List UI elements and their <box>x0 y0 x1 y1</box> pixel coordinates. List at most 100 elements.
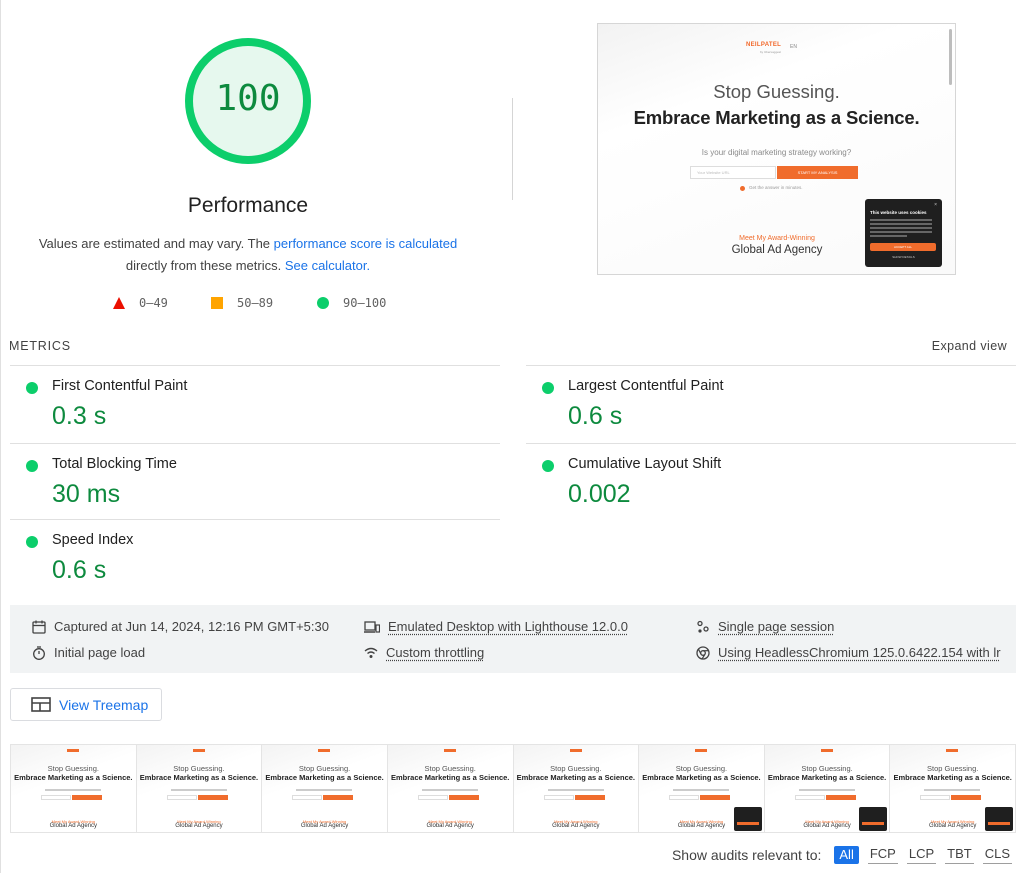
captured-at: Captured at Jun 14, 2024, 12:16 PM GMT+5… <box>32 619 329 634</box>
cookie-settings-link: SHOW DETAILS <box>892 255 915 259</box>
legend-pass: 90–100 <box>317 296 386 310</box>
frame-headline-2: Embrace Marketing as a Science. <box>139 773 259 782</box>
performance-description: Values are estimated and may vary. The p… <box>20 233 476 277</box>
metric-tbt: Total Blocking Time 30 ms <box>10 443 500 520</box>
filter-lcp[interactable]: LCP <box>906 845 937 864</box>
session-type[interactable]: Single page session <box>696 619 834 634</box>
emulated-device-text[interactable]: Emulated Desktop with Lighthouse 12.0.0 <box>388 619 628 634</box>
frame-agency: Global Ad Agency <box>49 823 97 829</box>
frame-headline-1: Stop Guessing. <box>47 764 99 773</box>
screenshot-language: EN <box>790 44 797 50</box>
frame-headline-1: Stop Guessing. <box>173 764 225 773</box>
audit-filter-label: Show audits relevant to: <box>671 846 822 863</box>
filmstrip-frame: Stop Guessing. Embrace Marketing as a Sc… <box>513 745 640 832</box>
metric-label: Largest Contentful Paint <box>568 378 724 394</box>
frame-cookie-banner <box>733 807 762 831</box>
frame-button <box>574 795 605 800</box>
cookie-close-icon: × <box>934 202 937 208</box>
session-text[interactable]: Single page session <box>718 619 834 634</box>
filmstrip-frame: Stop Guessing. Embrace Marketing as a Sc… <box>11 745 137 832</box>
view-treemap-label: View Treemap <box>59 696 149 713</box>
filter-cls[interactable]: CLS <box>982 845 1012 864</box>
session-icon <box>697 620 709 633</box>
frame-agency: Global Ad Agency <box>426 823 474 829</box>
frame-logo <box>569 749 582 752</box>
runtime-settings: Captured at Jun 14, 2024, 12:16 PM GMT+5… <box>10 605 1016 673</box>
frame-input <box>292 795 323 800</box>
frame-headline-1: Stop Guessing. <box>675 764 728 773</box>
filter-fcp[interactable]: FCP <box>867 845 898 864</box>
legend-average: 50–89 <box>211 296 273 310</box>
frame-headline-2: Embrace Marketing as a Science. <box>893 773 1012 782</box>
legend-fail-label: 0–49 <box>139 296 168 310</box>
filmstrip-frame: Stop Guessing. Embrace Marketing as a Sc… <box>639 745 765 832</box>
filmstrip-frame: Stop Guessing. Embrace Marketing as a Sc… <box>764 745 891 832</box>
frame-button <box>700 795 731 800</box>
wifi-icon <box>364 647 378 658</box>
metric-fcp: First Contentful Paint 0.3 s <box>10 365 500 442</box>
frame-headline-2: Embrace Marketing as a Science. <box>516 773 636 782</box>
throttling-text[interactable]: Custom throttling <box>386 645 484 660</box>
frame-input <box>669 795 700 800</box>
see-calculator-link[interactable]: See calculator. <box>285 258 370 273</box>
frame-question-line <box>45 789 101 791</box>
vertical-divider <box>512 98 513 200</box>
frame-headline-2: Embrace Marketing as a Science. <box>14 773 133 782</box>
metric-label: Speed Index <box>52 532 134 548</box>
captured-at-text: Captured at Jun 14, 2024, 12:16 PM GMT+5… <box>54 619 329 634</box>
legend-pass-label: 90–100 <box>343 296 387 310</box>
view-treemap-button[interactable]: View Treemap <box>10 688 162 721</box>
browser-version[interactable]: Using HeadlessChromium 125.0.6422.154 wi… <box>696 645 1001 660</box>
frame-logo <box>67 749 79 752</box>
frame-input <box>543 795 574 800</box>
network-throttling[interactable]: Custom throttling <box>364 645 484 660</box>
screenshot-agency-text: Global Ad Agency <box>731 244 823 256</box>
emulated-device[interactable]: Emulated Desktop with Lighthouse 12.0.0 <box>364 619 628 634</box>
description-text-2: directly from these metrics. <box>125 258 285 273</box>
pass-dot-icon <box>26 382 38 394</box>
frame-headline-1: Stop Guessing. <box>550 764 602 773</box>
frame-logo <box>318 749 331 752</box>
cookie-accept-button: ACCEPT ALL <box>870 243 936 251</box>
frame-button <box>951 795 982 800</box>
performance-score-link[interactable]: performance score is calculated <box>274 236 458 251</box>
screenshot-question: Is your digital marketing strategy worki… <box>701 148 852 157</box>
pass-dot-icon <box>26 536 38 548</box>
pass-dot-icon <box>542 382 554 394</box>
frame-headline-2: Embrace Marketing as a Science. <box>390 773 510 782</box>
audit-filter: Show audits relevant to: All FCP LCP TBT… <box>672 845 1012 864</box>
frame-input <box>794 795 825 800</box>
performance-gauge: 100 <box>183 36 313 166</box>
filmstrip-frame: Stop Guessing. Embrace Marketing as a Sc… <box>890 745 1015 832</box>
final-screenshot[interactable]: NEILPATEL by Ubersuggest EN Stop Guessin… <box>597 23 956 275</box>
devices-icon <box>364 620 380 633</box>
frame-headline-1: Stop Guessing. <box>927 764 979 773</box>
frame-cookie-banner <box>985 807 1013 831</box>
filmstrip-frame: Stop Guessing. Embrace Marketing as a Sc… <box>262 745 388 832</box>
expand-view-toggle[interactable]: Expand view <box>932 339 1007 353</box>
pass-dot-icon <box>26 460 38 472</box>
frame-headline-1: Stop Guessing. <box>424 764 476 773</box>
page-load-text: Initial page load <box>54 645 146 660</box>
chrome-icon <box>696 645 710 660</box>
filter-all[interactable]: All <box>834 845 859 864</box>
page-load: Initial page load <box>32 645 145 660</box>
screenshot-logo-sub: by Ubersuggest <box>760 50 782 54</box>
filmstrip: Stop Guessing. Embrace Marketing as a Sc… <box>10 744 1016 833</box>
cookie-title: This website uses cookies <box>870 210 927 215</box>
score-legend: 0–49 50–89 90–100 <box>0 296 496 316</box>
pass-dot-icon <box>542 460 554 472</box>
performance-score: 100 <box>215 78 281 119</box>
screenshot-scrollbar <box>949 29 952 85</box>
cookie-text-lines <box>870 219 932 239</box>
filter-tbt[interactable]: TBT <box>945 845 974 864</box>
metric-value: 0.6 s <box>52 556 107 584</box>
square-icon <box>211 297 223 309</box>
screenshot-cookie-banner: × This website uses cookies ACCEPT ALL S… <box>865 199 942 267</box>
browser-version-text[interactable]: Using HeadlessChromium 125.0.6422.154 wi… <box>718 645 1001 660</box>
metric-value: 0.6 s <box>568 402 623 430</box>
frame-button <box>72 795 102 800</box>
frame-cookie-banner <box>859 807 888 831</box>
left-border <box>0 0 1 873</box>
metric-value: 30 ms <box>52 480 121 508</box>
